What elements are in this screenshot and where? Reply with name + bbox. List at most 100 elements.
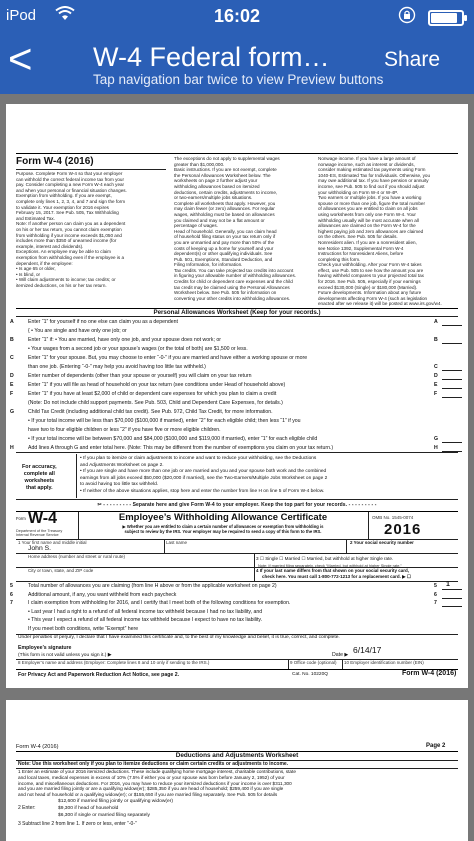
worksheet-row-text: • If your total income will be between $… (28, 436, 318, 442)
page2-header-left: Form W-4 (2016) (16, 744, 59, 750)
accuracy-item: • If you plan to itemize or claim adjust… (80, 456, 317, 461)
certificate-entry-box[interactable] (442, 600, 462, 607)
worksheet-row-text: Enter “1” for yourself if no one else ca… (28, 319, 178, 325)
worksheet-row-letter: E (10, 382, 14, 388)
worksheet-row-letter: H (10, 445, 14, 451)
worksheet-entry-box[interactable] (442, 382, 462, 389)
battery-icon (428, 10, 467, 26)
certificate-line: 7 I claim exemption from withholding for … (6, 599, 468, 608)
certificate-line: 5 Total number of allowances you are clai… (6, 582, 468, 591)
worksheet-row-text: than one job. (Entering “-0-” may help y… (28, 364, 206, 370)
worksheet-row-letter: D (10, 373, 14, 379)
worksheet-row: (Note: Do not include child support paym… (6, 399, 468, 408)
name-differs-checkbox[interactable]: check here. You must call 1-800-772-1213… (262, 574, 411, 580)
date-label: Date ▶ (332, 652, 349, 658)
city-label: City or town, state, and ZIP code (28, 568, 94, 573)
worksheet-row: D Enter number of dependents (other than … (6, 372, 468, 381)
worksheet-row-letter: F (10, 391, 14, 397)
worksheet-row: • Your wages from a second job or your s… (6, 345, 468, 354)
navigation-hint: Tap navigation bar twice to view Preview… (93, 72, 384, 87)
certificate-line-text: Additional amount, if any, you want with… (28, 591, 177, 598)
worksheet-row-text: Enter “1” if: • You are married, have on… (28, 337, 221, 343)
worksheet-row-text: Enter “1” if you will file as head of ho… (28, 382, 286, 388)
navigation-bar[interactable]: < W-4 Federal form… Share Tap navigation… (0, 34, 474, 94)
worksheet-row-text: Enter number of dependents (other than y… (28, 373, 252, 379)
worksheet-row: { • You are single and have only one job… (6, 327, 468, 336)
document-page-2[interactable]: Form W-4 (2016) Page 2 Deductions and Ad… (6, 700, 468, 841)
page2-header-right: Page 2 (426, 743, 446, 749)
employer-name-label: 8 Employer’s name and address (Employer:… (18, 660, 210, 665)
worksheet-entry-box[interactable] (442, 337, 462, 344)
worksheet-box-letter: B (434, 337, 438, 343)
worksheet-row-text: have two to four eligible children or le… (28, 427, 221, 433)
omb-number: OMB No. 1545-0074 (372, 515, 414, 520)
first-name-field[interactable]: John S. (28, 545, 51, 552)
date-field[interactable]: 6/14/17 (353, 645, 381, 655)
accuracy-instructions: • If you plan to itemize or claim adjust… (80, 456, 327, 496)
worksheet-row-letter: B (10, 337, 14, 343)
form-footer: Form W-4 (2016) (402, 670, 457, 677)
certificate-line-text: Total number of allowances you are claim… (28, 583, 277, 589)
document-page-1[interactable]: Form W-4 (2016) Purpose. Complete Form W… (6, 104, 468, 688)
deductions-line-text: 1 Enter an estimate of your 2016 itemize… (18, 769, 296, 774)
orientation-lock-icon (398, 6, 416, 28)
certificate-line: • Last year I had a right to a refund of… (6, 608, 468, 617)
accuracy-item: to avoid having too little tax withheld. (80, 482, 159, 488)
accuracy-item: • If you are single and have more than o… (80, 469, 327, 475)
filing-status-options[interactable]: 3 ☐ Single ☐ Married ☐ Married, but with… (256, 556, 393, 562)
worksheet-row: have two to four eligible children or le… (6, 426, 468, 435)
worksheet-row: • If your total income will be between $… (6, 435, 468, 444)
deductions-option: $12,600 if married filing jointly or qua… (58, 799, 173, 804)
certificate-entry-box[interactable] (442, 592, 462, 599)
deductions-worksheet-title: Deductions and Adjustments Worksheet (175, 752, 299, 759)
worksheet-row-letter: A (10, 319, 14, 325)
status-bar: iPod 16:02 (0, 0, 474, 34)
deductions-line-2-label: 2 Enter: (18, 805, 36, 811)
worksheet-entry-box[interactable] (442, 373, 462, 380)
worksheet-row: than one job. (Entering “-0-” may help y… (6, 363, 468, 372)
deductions-line-2: $12,600 if married filing jointly or qua… (58, 798, 173, 819)
ein-label: 10 Employer identification number (EIN) (344, 660, 424, 665)
worksheet-box-letter: A (434, 319, 438, 325)
share-button[interactable]: Share (384, 48, 440, 72)
certificate-line: If you meet both conditions, write “Exem… (6, 625, 468, 634)
worksheet-row-text: (Note: Do not include child support paym… (28, 400, 283, 406)
worksheet-box-letter: C (434, 364, 438, 370)
certificate-box-number: 5 (434, 583, 437, 589)
worksheet-entry-box[interactable] (442, 436, 462, 443)
certificate-line-text: I claim exemption from withholding for 2… (28, 600, 291, 606)
worksheet-row-text: • Your wages from a second job or your s… (28, 346, 248, 352)
instructions-column-2: The exceptions do not apply to supplemen… (174, 156, 316, 301)
certificate-box-number: 7 (434, 600, 437, 606)
worksheet-row-text: Enter “1” for your spouse. But, you may … (28, 355, 308, 361)
separator-note: ✂ - - - - - - - - - Separate here and gi… (97, 502, 377, 508)
worksheet-row: F Enter “1” if you have at least $2,000 o… (6, 390, 468, 399)
instruction-line: converting your other credits into withh… (174, 295, 291, 301)
worksheet-entry-box[interactable] (442, 445, 462, 452)
certificate-line-text: • This year I expect a refund of all fed… (28, 617, 263, 623)
worksheet-box-letter: F (434, 391, 438, 397)
worksheet-entry-box[interactable] (442, 364, 462, 371)
worksheet-row-letter: C (10, 355, 14, 361)
address-label: Home address (number and street or rural… (28, 554, 126, 559)
instruction-line: itemized deductions, on his or her tax r… (16, 282, 107, 288)
worksheet-entry-box[interactable] (442, 319, 462, 326)
document-title: W-4 Federal form… (93, 42, 330, 72)
department-label: Department of the Treasury Internal Reven… (16, 529, 63, 538)
instruction-line: enacted after we release it) will be pos… (318, 301, 442, 307)
certificate-line: 6 Additional amount, if any, you want wit… (6, 591, 468, 600)
office-code-label: 9 Office code (optional) (290, 660, 337, 665)
ssn-label: 2 Your social security number (350, 540, 414, 545)
certificate-line-number: 6 (10, 591, 13, 598)
privacy-notice: For Privacy Act and Paperwork Reduction … (18, 672, 180, 678)
worksheet-entry-box[interactable] (442, 391, 462, 398)
back-button[interactable]: < (8, 38, 33, 80)
deductions-note: Note: Use this worksheet only if you pla… (18, 761, 289, 767)
allowances-value[interactable]: 1 (446, 581, 450, 588)
certificate-line-text: If you meet both conditions, write “Exem… (28, 625, 139, 632)
cert-form-prefix: Form (16, 516, 26, 521)
instructions-column-3: Nonwage income. If you have a large amou… (318, 156, 460, 307)
certificate-entry-box[interactable] (442, 583, 462, 590)
signature-note: (This form is not valid unless you sign … (18, 653, 112, 658)
worksheet-box-letter: E (434, 382, 438, 388)
